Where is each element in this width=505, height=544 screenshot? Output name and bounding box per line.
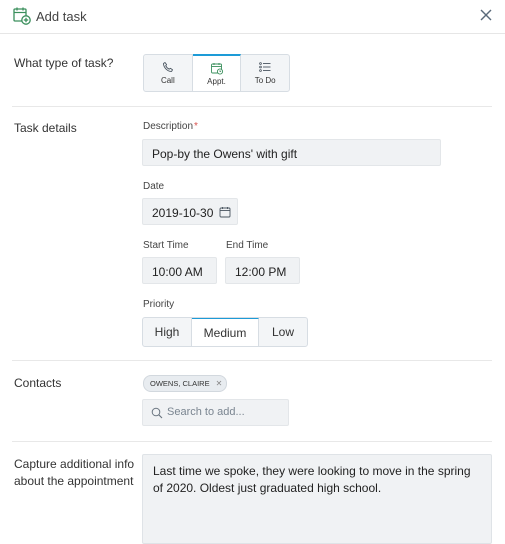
dialog-header: Add task: [0, 0, 505, 34]
close-icon[interactable]: [478, 7, 494, 23]
task-type-appt-button[interactable]: Appt.: [192, 54, 242, 91]
contact-chip-label: OWENS, CLAIRE: [150, 379, 210, 388]
additional-info-label-line2: about the appointment: [14, 474, 134, 488]
remove-contact-icon[interactable]: ✕: [216, 379, 223, 388]
end-time-label: End Time: [226, 240, 269, 251]
description-label-text: Description: [143, 121, 194, 132]
priority-label: Priority: [143, 299, 175, 310]
description-label: Description*: [143, 121, 198, 132]
task-type-call-button[interactable]: Call: [144, 55, 193, 91]
task-type-label: What type of task?: [14, 56, 114, 70]
additional-info-textarea[interactable]: Last time we spoke, they were looking to…: [142, 454, 492, 544]
additional-info-label-line1: Capture additional info: [14, 457, 135, 471]
task-type-selector: Call Appt. To Do: [143, 54, 290, 92]
description-input[interactable]: Pop-by the Owens' with gift: [142, 139, 441, 166]
task-type-todo-label: To Do: [254, 76, 276, 85]
end-time-value: 12:00 PM: [235, 265, 287, 279]
calendar-add-icon: [13, 7, 31, 25]
task-type-call-label: Call: [160, 76, 175, 85]
priority-medium-button[interactable]: Medium: [192, 318, 259, 346]
list-icon: [259, 62, 271, 72]
dialog-title: Add task: [36, 9, 87, 24]
section-divider: [12, 106, 492, 107]
date-label: Date: [143, 181, 165, 192]
priority-selector: High Medium Low: [142, 317, 308, 347]
task-details-label: Task details: [14, 121, 77, 135]
calendar-icon[interactable]: [219, 206, 231, 218]
contacts-label: Contacts: [14, 376, 62, 390]
task-type-todo-button[interactable]: To Do: [241, 55, 289, 91]
start-time-label: Start Time: [143, 240, 189, 251]
date-value: 2019-10-30: [152, 206, 214, 220]
contact-search-input[interactable]: Search to add...: [142, 399, 289, 426]
section-divider: [12, 360, 492, 361]
required-mark: *: [194, 121, 198, 132]
end-time-input[interactable]: 12:00 PM: [225, 257, 300, 284]
search-icon: [151, 407, 163, 419]
start-time-value: 10:00 AM: [152, 265, 203, 279]
date-input[interactable]: 2019-10-30: [142, 198, 238, 225]
priority-low-button[interactable]: Low: [259, 318, 307, 346]
additional-info-label: Capture additional info about the appoin…: [14, 456, 134, 490]
search-placeholder: Search to add...: [167, 406, 245, 418]
description-value: Pop-by the Owens' with gift: [152, 147, 298, 161]
task-type-appt-label: Appt.: [207, 77, 226, 86]
priority-high-button[interactable]: High: [143, 318, 192, 346]
start-time-input[interactable]: 10:00 AM: [142, 257, 217, 284]
calendar-clock-icon: [210, 63, 223, 75]
contact-chip: OWENS, CLAIRE ✕: [143, 375, 228, 392]
phone-icon: [162, 62, 173, 72]
section-divider: [12, 441, 492, 442]
